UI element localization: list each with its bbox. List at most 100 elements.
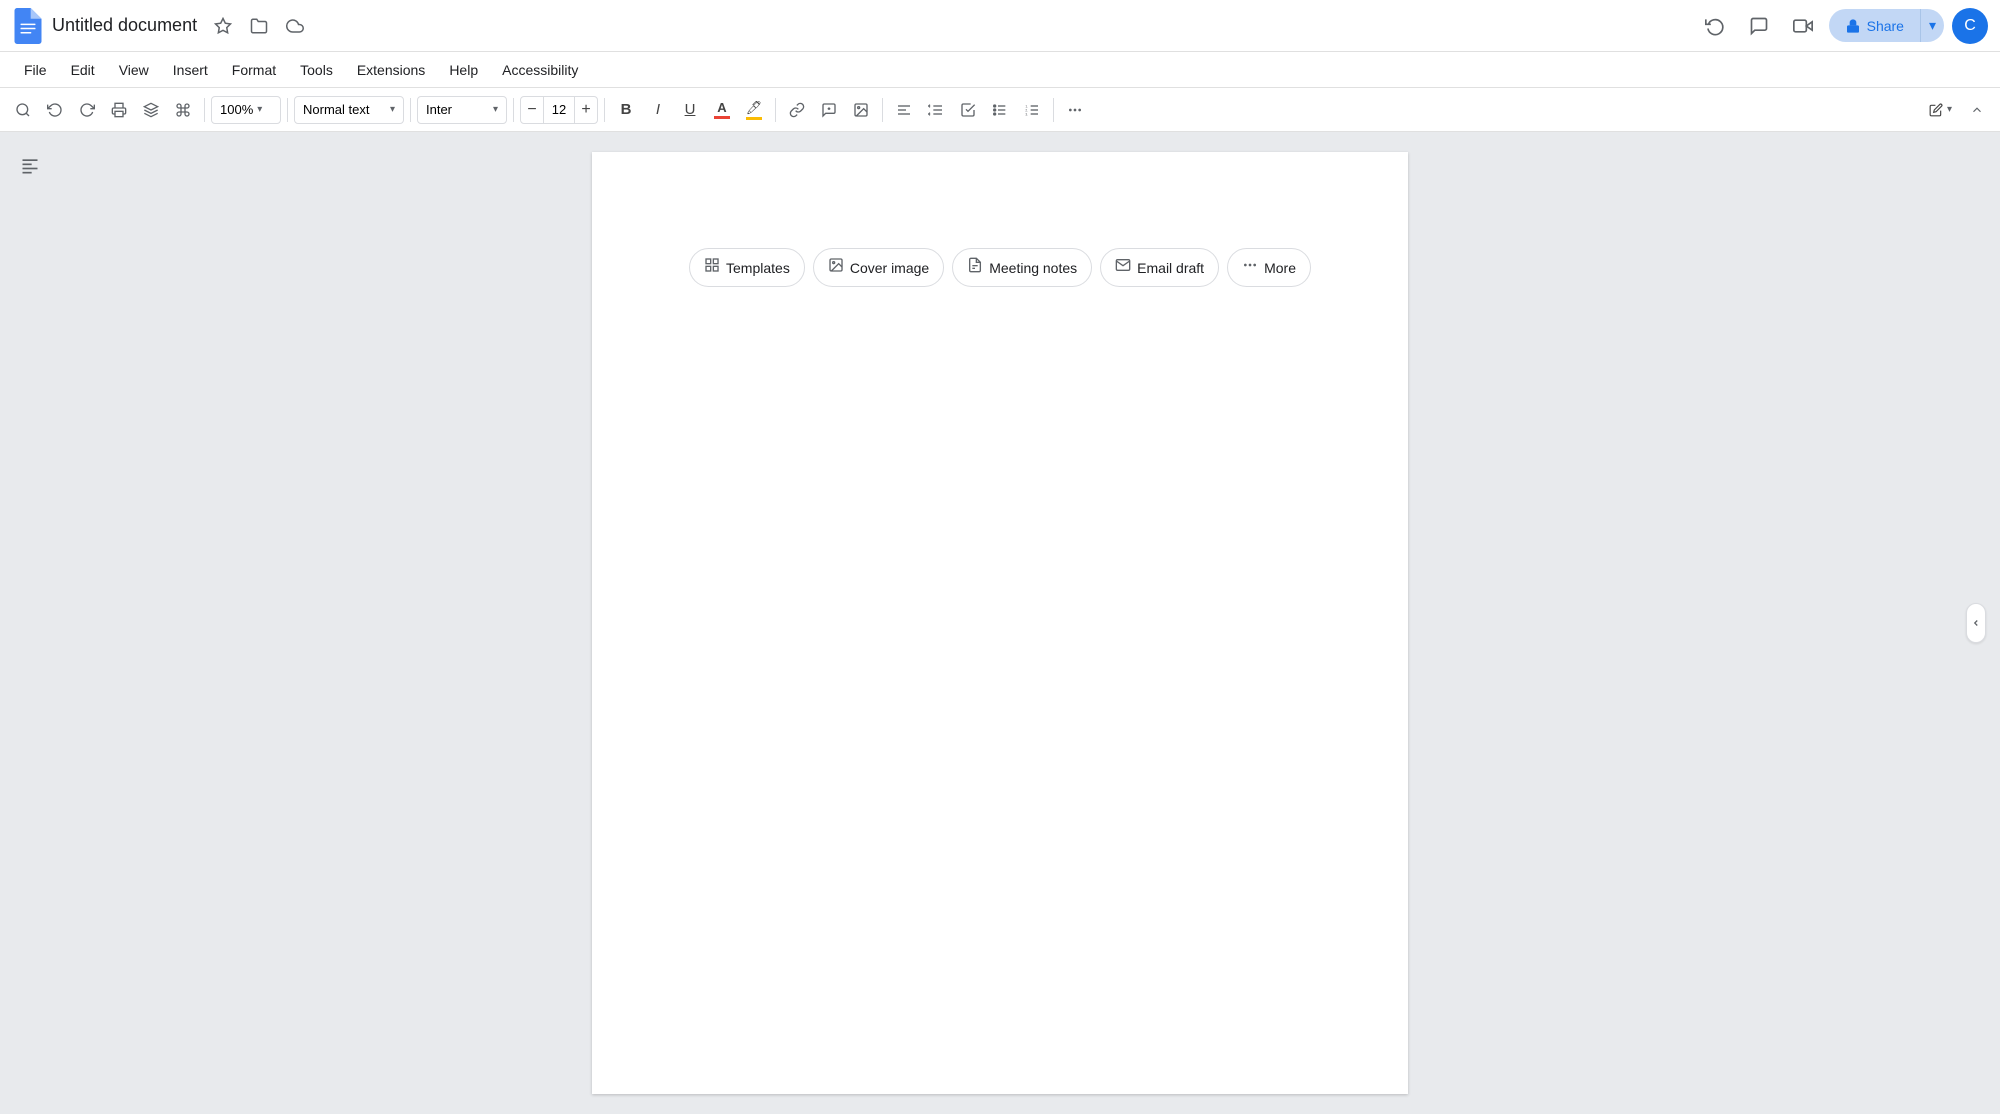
numbered-list-button[interactable]: 1. 2. 3. [1017,95,1047,125]
chevron-left-icon [1971,618,1981,628]
menu-view[interactable]: View [107,56,161,84]
email-draft-chip-label: Email draft [1137,260,1204,276]
divider-8 [1053,98,1054,122]
font-arrow-icon: ▾ [493,104,498,115]
more-chip[interactable]: More [1227,248,1311,287]
collapse-sidebar-button[interactable] [1966,603,1986,643]
suggestions-chips-bar: Templates Cover image [689,248,1311,287]
undo-button[interactable] [40,95,70,125]
move-to-folder-button[interactable] [245,12,273,40]
font-size-input[interactable] [543,97,575,123]
divider-1 [204,98,205,122]
cloud-save-button[interactable] [281,12,309,40]
highlight-indicator: 🖊 [746,100,763,120]
edit-mode-icon [1929,103,1943,117]
history-icon [1705,16,1725,36]
undo-icon [47,102,63,118]
lock-icon [1845,18,1861,34]
comment-button[interactable] [814,95,844,125]
email-draft-chip[interactable]: Email draft [1100,248,1219,287]
document-content[interactable] [688,304,1312,904]
checklist-icon [960,102,976,118]
line-spacing-icon [928,102,944,118]
font-size-control: − + [520,96,598,124]
templates-icon [704,257,720,278]
text-style-arrow-icon: ▾ [390,104,395,115]
font-label: Inter [426,102,452,117]
editing-mode-arrow: ▾ [1947,104,1952,115]
divider-6 [775,98,776,122]
text-style-select[interactable]: Normal text ▾ [294,96,404,124]
share-main-button[interactable]: Share [1829,10,1920,42]
divider-7 [882,98,883,122]
add-comment-icon [821,102,837,118]
comments-button[interactable] [1741,8,1777,44]
zoom-select[interactable]: 100% ▾ [211,96,281,124]
document-title[interactable]: Untitled document [52,15,197,36]
decrease-font-button[interactable]: − [521,96,543,124]
insert-image-button[interactable] [846,95,876,125]
cover-image-chip-label: Cover image [850,260,929,276]
underline-button[interactable]: U [675,95,705,125]
paint-format-button[interactable] [168,95,198,125]
highlight-button[interactable]: 🖊 [739,95,769,125]
title-icon-group [209,12,309,40]
cover-image-chip[interactable]: Cover image [813,248,944,287]
hide-menus-button[interactable] [1962,95,1992,125]
checklist-button[interactable] [953,95,983,125]
divider-2 [287,98,288,122]
line-spacing-button[interactable] [921,95,951,125]
redo-icon [79,102,95,118]
svg-text:3.: 3. [1025,112,1028,116]
title-bar: Untitled document [0,0,2000,52]
avatar-letter: C [1964,17,1976,35]
share-button-group: Share ▾ [1829,9,1944,42]
more-toolbar-options-button[interactable] [1060,95,1090,125]
menu-extensions[interactable]: Extensions [345,56,437,84]
camera-icon [1793,16,1813,36]
print-button[interactable] [104,95,134,125]
print-icon [111,102,127,118]
star-button[interactable] [209,12,237,40]
spellcheck-button[interactable] [136,95,166,125]
meeting-button[interactable] [1785,8,1821,44]
bullet-list-icon [992,102,1008,118]
text-align-button[interactable] [889,95,919,125]
editing-mode-button[interactable]: ▾ [1921,95,1960,125]
more-options-icon [1067,102,1083,118]
user-avatar[interactable]: C [1952,8,1988,44]
chevron-up-icon [1970,103,1984,117]
docs-logo-icon [12,8,44,44]
menu-accessibility[interactable]: Accessibility [490,56,590,84]
text-style-label: Normal text [303,102,369,117]
folder-icon [250,17,268,35]
more-chip-icon [1242,257,1258,278]
increase-font-button[interactable]: + [575,96,597,124]
italic-icon: I [656,101,660,118]
redo-button[interactable] [72,95,102,125]
font-select[interactable]: Inter ▾ [417,96,507,124]
menu-insert[interactable]: Insert [161,56,220,84]
spellcheck-icon [143,102,159,118]
email-draft-icon [1115,257,1131,278]
history-button[interactable] [1697,8,1733,44]
bullet-list-button[interactable] [985,95,1015,125]
menu-edit[interactable]: Edit [59,56,107,84]
menu-format[interactable]: Format [220,56,288,84]
zoom-arrow-icon: ▾ [257,104,262,115]
menu-bar: File Edit View Insert Format Tools Exten… [0,52,2000,88]
italic-button[interactable]: I [643,95,673,125]
meeting-notes-icon [967,257,983,278]
templates-chip[interactable]: Templates [689,248,805,287]
search-button[interactable] [8,95,38,125]
outline-toggle-button[interactable] [12,148,48,184]
menu-help[interactable]: Help [437,56,490,84]
text-color-button[interactable]: A [707,95,737,125]
document-page: Templates Cover image [592,152,1408,1094]
share-dropdown-button[interactable]: ▾ [1920,9,1944,42]
menu-file[interactable]: File [12,56,59,84]
bold-button[interactable]: B [611,95,641,125]
menu-tools[interactable]: Tools [288,56,345,84]
link-button[interactable] [782,95,812,125]
meeting-notes-chip[interactable]: Meeting notes [952,248,1092,287]
